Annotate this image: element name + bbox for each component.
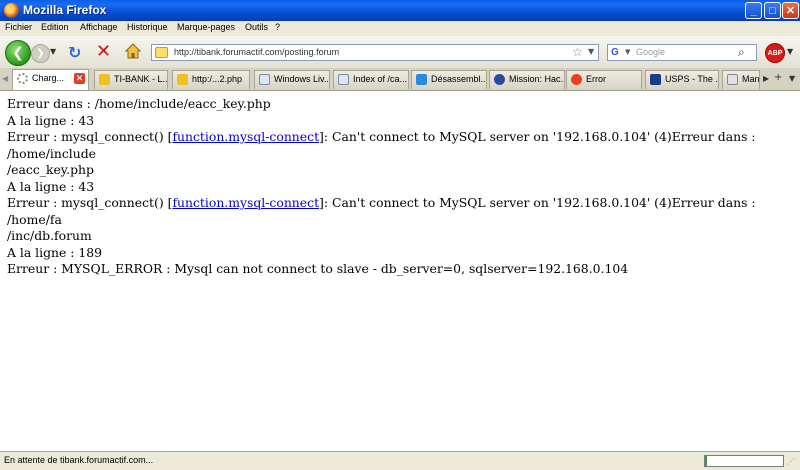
firefox-logo-icon	[4, 3, 19, 18]
close-button[interactable]: ✕	[782, 2, 799, 19]
twitter-icon	[416, 74, 427, 85]
address-bar[interactable]: http://tibank.forumactif.com/posting.for…	[151, 44, 599, 61]
site-favicon-icon	[155, 47, 168, 58]
page-content: Erreur dans : /home/include/eacc_key.php…	[0, 91, 800, 450]
error-icon	[571, 74, 582, 85]
forward-button[interactable]: ❯	[31, 44, 50, 63]
error-line: Erreur : mysql_connect() [function.mysql…	[7, 129, 756, 161]
tab-loading[interactable]: Charg... ✕	[12, 69, 89, 90]
error-line: Erreur dans : /home/include/eacc_key.php	[7, 96, 271, 111]
tab-error[interactable]: Error	[566, 70, 642, 89]
tab-close-icon[interactable]: ✕	[74, 73, 85, 84]
error-line: /inc/db.forum	[7, 228, 92, 243]
new-tab-button[interactable]: +	[774, 72, 782, 83]
search-input[interactable]: Google	[636, 47, 665, 57]
error-line: Erreur : mysql_connect() [function.mysql…	[7, 195, 756, 227]
tab-list-icon[interactable]: ▼	[789, 74, 795, 83]
url-input[interactable]: http://tibank.forumactif.com/posting.for…	[174, 47, 339, 57]
error-line: A la ligne : 189	[7, 244, 103, 260]
back-button[interactable]: ❮	[5, 40, 31, 66]
window-title: Mozilla Firefox	[23, 3, 107, 17]
page-icon	[259, 74, 270, 85]
tab-desassembl[interactable]: Désassembl...	[411, 70, 487, 89]
tab-bar: ◀ Charg... ✕ TI-BANK - L... http:/...2.p…	[0, 68, 800, 91]
page-icon	[338, 74, 349, 85]
status-text: En attente de tibank.forumactif.com...	[4, 455, 154, 465]
home-button[interactable]	[124, 42, 142, 60]
menu-historique[interactable]: Historique	[127, 22, 168, 32]
usps-icon	[650, 74, 661, 85]
tab-index-of[interactable]: Index of /ca...	[333, 70, 409, 89]
menu-affichage[interactable]: Affichage	[80, 22, 117, 32]
tab-windows-live[interactable]: Windows Liv...	[254, 70, 330, 89]
site-icon	[494, 74, 505, 85]
history-dropdown-icon[interactable]: ▼	[50, 47, 56, 56]
maximize-button[interactable]: □	[764, 2, 781, 19]
adblock-plus-icon[interactable]: ABP	[765, 43, 785, 63]
navigation-toolbar: ❮ ❯ ▼ ↻ ✕ http://tibank.forumactif.com/p…	[0, 36, 800, 69]
tab-mission-hac[interactable]: Mission: Hac...	[489, 70, 565, 89]
title-bar: Mozilla Firefox _ □ ✕	[0, 0, 800, 21]
adblock-dropdown-icon[interactable]: ▼	[787, 47, 793, 56]
url-dropdown-icon[interactable]: ▼	[588, 47, 594, 56]
forumactif-icon	[99, 74, 110, 85]
resize-grip-icon[interactable]: ⋰	[787, 457, 795, 466]
status-bar: En attente de tibank.forumactif.com... ⋰	[0, 451, 800, 470]
menu-outils[interactable]: Outils	[245, 22, 268, 32]
tab-usps[interactable]: USPS - The ...	[645, 70, 719, 89]
error-message: Erreur dans : /home/include/eacc_key.php…	[7, 96, 797, 278]
menu-help[interactable]: ?	[275, 22, 280, 32]
minimize-button[interactable]: _	[745, 2, 762, 19]
tab-scroll-left-icon[interactable]: ◀	[2, 74, 8, 83]
reload-button[interactable]: ↻	[68, 43, 81, 62]
stop-button[interactable]: ✕	[96, 41, 111, 62]
tab-ti-bank[interactable]: TI-BANK - L...	[94, 70, 168, 89]
error-line: Erreur : MYSQL_ERROR : Mysql can not con…	[7, 261, 629, 276]
page-icon	[727, 74, 738, 85]
error-line: A la ligne : 43	[7, 178, 95, 194]
error-line: /eacc_key.php	[7, 162, 94, 177]
menu-bar: Fichier Edition Affichage Historique Mar…	[0, 21, 800, 36]
search-box[interactable]: G ▼ Google ⌕	[607, 44, 757, 61]
tab-mani[interactable]: Mani	[722, 70, 760, 89]
search-magnifier-icon[interactable]: ⌕	[738, 45, 745, 60]
tab-scroll-right-icon[interactable]: ▶	[763, 74, 769, 83]
tab-php[interactable]: http:/...2.php	[172, 70, 250, 89]
menu-marque-pages[interactable]: Marque-pages	[177, 22, 235, 32]
engine-dropdown-icon[interactable]: ▼	[625, 48, 630, 56]
forumactif-icon	[177, 74, 188, 85]
loading-progress-bar	[704, 455, 784, 467]
loading-spinner-icon	[17, 73, 28, 84]
google-engine-icon[interactable]: G	[611, 47, 623, 58]
mysql-connect-link[interactable]: function.mysql-connect	[172, 129, 319, 144]
bookmark-star-icon[interactable]: ☆	[572, 45, 583, 59]
menu-edition[interactable]: Edition	[41, 22, 69, 32]
mysql-connect-link[interactable]: function.mysql-connect	[172, 195, 319, 210]
menu-fichier[interactable]: Fichier	[5, 22, 32, 32]
error-line: A la ligne : 43	[7, 112, 95, 128]
